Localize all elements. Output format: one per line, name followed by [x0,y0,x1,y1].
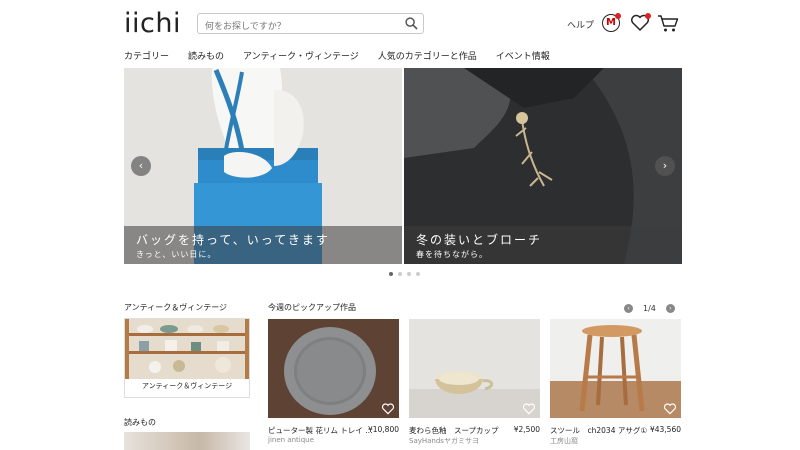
main-nav: カテゴリー 読みもの アンティーク・ヴィンテージ 人気のカテゴリーと作品 イベン… [124,49,569,62]
antique-card[interactable]: アンティーク＆ヴィンテージ [124,318,250,398]
reading-thumbnail[interactable] [124,432,250,450]
site-logo[interactable]: iichi [124,8,181,39]
banner-caption: 冬の装いとブローチ 春を待ちながら。 [404,226,682,264]
product-shop[interactable]: jinen antique [268,436,314,444]
banner-slide-bag[interactable]: バッグを持って、いってきます きっと、いい日に。 [124,68,402,264]
product-name[interactable]: 麦わら色釉 スープカップ [409,425,499,436]
banner-caption: バッグを持って、いってきます きっと、いい日に。 [124,226,402,264]
pickup-pager: ‹ 1/4 › [624,304,675,313]
reading-section-title: 読みもの [124,418,156,427]
nav-categories[interactable]: カテゴリー [124,49,169,62]
search-box[interactable] [197,13,424,37]
pager-status: 1/4 [643,304,656,313]
product-card[interactable]: 麦わら色釉 スープカップ ¥2,500 SayHandsヤガミサヨ [409,319,540,445]
product-name[interactable]: スツール ch2034 アサグ① [550,425,647,436]
nav-events[interactable]: イベント情報 [496,49,550,62]
nav-reading[interactable]: 読みもの [188,49,224,62]
favorite-heart-icon[interactable] [522,403,536,415]
product-shop[interactable]: 工房山窩 [550,436,578,446]
carousel-dot[interactable] [407,272,411,276]
product-image[interactable] [268,319,399,418]
banner-title: バッグを持って、いってきます [136,233,330,247]
cart-icon[interactable] [657,14,679,33]
coin-letter: M [606,17,616,28]
product-image[interactable] [550,319,681,418]
favorites-notification-dot [645,13,651,19]
pickup-section-title: 今週のピックアップ作品 [268,303,356,312]
product-price: ¥10,800 [367,425,399,434]
carousel-dots [389,272,420,276]
product-price: ¥2,500 [513,425,540,434]
product-price: ¥43,560 [649,425,681,434]
search-icon[interactable] [405,17,418,30]
coin-notification-dot [615,13,621,19]
nav-popular[interactable]: 人気のカテゴリーと作品 [378,49,477,62]
carousel-prev-button[interactable]: ‹ [131,156,151,176]
product-image[interactable] [409,319,540,418]
antique-card-label: アンティーク＆ヴィンテージ [141,382,233,390]
help-link[interactable]: ヘルプ [567,18,594,31]
favorite-heart-icon[interactable] [381,403,395,415]
hero-carousel[interactable]: バッグを持って、いってきます きっと、いい日に。 冬の装いとブローチ 春を待ちな… [124,68,682,264]
carousel-dot[interactable] [389,272,393,276]
product-card[interactable]: スツール ch2034 アサグ① ¥43,560 工房山窩 [550,319,681,445]
carousel-dot[interactable] [398,272,402,276]
pager-next-button[interactable]: › [665,304,675,313]
product-shop[interactable]: SayHandsヤガミサヨ [409,436,479,446]
banner-slide-brooch[interactable]: 冬の装いとブローチ 春を待ちながら。 [404,68,682,264]
carousel-next-button[interactable]: › [655,156,675,176]
carousel-dot[interactable] [416,272,420,276]
antique-photo [125,319,249,379]
banner-title: 冬の装いとブローチ [416,233,543,247]
product-name[interactable]: ピューター製 花リム トレイ … [268,425,373,436]
banner-subtitle: きっと、いい日に。 [136,250,217,259]
nav-antique[interactable]: アンティーク・ヴィンテージ [243,49,359,62]
search-input[interactable] [198,17,395,37]
pager-prev-button[interactable]: ‹ [624,304,633,313]
favorite-heart-icon[interactable] [663,403,677,415]
antique-section-title: アンティーク＆ヴィンテージ [124,303,228,312]
product-card[interactable]: ピューター製 花リム トレイ … ¥10,800 jinen antique [268,319,399,444]
banner-subtitle: 春を待ちながら。 [416,250,488,259]
